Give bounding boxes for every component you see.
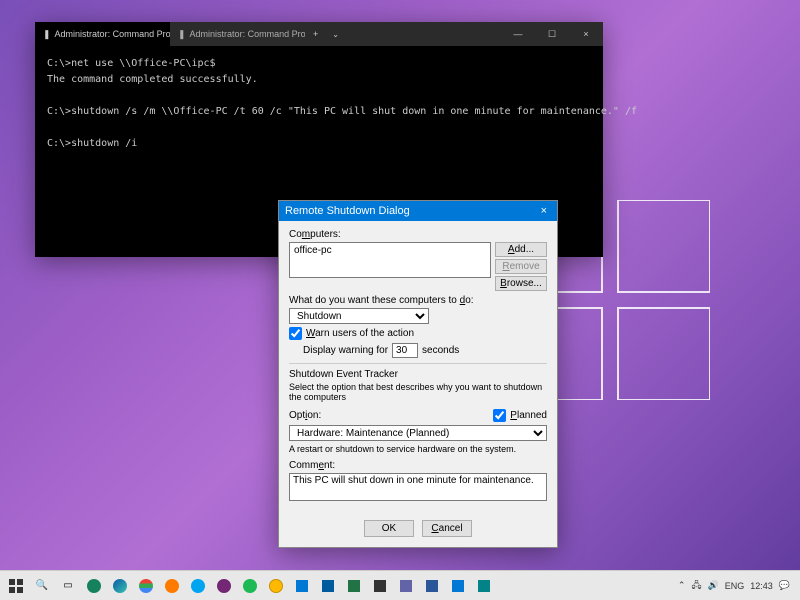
taskbar-app[interactable] [368,574,392,598]
taskbar-app[interactable] [160,574,184,598]
taskbar-app[interactable] [316,574,340,598]
terminal-line: C:\>shutdown /i [47,136,591,152]
tracker-title: Shutdown Event Tracker [289,369,547,380]
seconds-label: seconds [422,345,459,356]
task-view-icon[interactable]: ▭ [56,574,80,598]
maximize-button[interactable]: ☐ [535,22,569,46]
taskbar-app[interactable] [264,574,288,598]
taskbar-app[interactable] [342,574,366,598]
taskbar-app[interactable] [420,574,444,598]
close-button[interactable]: × [569,22,603,46]
terminal-line: The command completed successfully. [47,72,591,88]
cmd-icon: ❚ [43,29,51,40]
remote-shutdown-dialog: Remote Shutdown Dialog × Computers: offi… [278,200,558,548]
terminal-body[interactable]: C:\>net use \\Office-PC\ipc$The command … [35,46,603,162]
action-label: What do you want these computers to do: [289,295,547,306]
terminal-titlebar[interactable]: ❚ Administrator: Command Prom × ❚ Admini… [35,22,603,46]
option-label: Option: [289,410,321,421]
tray-chevron-icon[interactable]: ⌃ [678,580,686,591]
planned-label: Planned [510,410,547,421]
ok-button[interactable]: OK [364,520,414,537]
taskbar-app[interactable] [290,574,314,598]
warn-label: Warn users of the action [306,328,414,339]
new-tab-button[interactable]: + [305,29,326,39]
reason-select[interactable]: Hardware: Maintenance (Planned) [289,425,547,441]
taskbar-app[interactable] [472,574,496,598]
tracker-desc: Select the option that best describes wh… [289,382,547,402]
taskbar-app[interactable] [108,574,132,598]
taskbar-app[interactable] [212,574,236,598]
tray-clock[interactable]: 12:43 [750,581,773,591]
network-icon[interactable]: 🖧 [691,578,701,594]
terminal-tab-1[interactable]: ❚ Administrator: Command Prom × [35,22,170,46]
cancel-button[interactable]: Cancel [422,520,472,537]
taskbar-app[interactable] [394,574,418,598]
taskbar-app[interactable] [186,574,210,598]
dialog-title-text: Remote Shutdown Dialog [285,205,410,217]
taskbar-app[interactable] [446,574,470,598]
computers-list[interactable]: office-pc [289,242,491,278]
terminal-line: C:\>net use \\Office-PC\ipc$ [47,56,591,72]
seconds-input[interactable] [392,343,418,358]
search-icon[interactable]: 🔍 [30,574,54,598]
comment-label: Comment: [289,460,547,471]
system-tray[interactable]: ⌃ 🖧 🔊 ENG 12:43 💬 [672,578,796,594]
close-icon[interactable]: × [537,205,551,217]
start-button[interactable] [4,574,28,598]
cmd-icon: ❚ [178,29,186,40]
display-warning-label: Display warning for [303,345,388,356]
action-select[interactable]: Shutdown [289,308,429,324]
terminal-tab-label: Administrator: Command Prom [190,29,305,39]
option-desc: A restart or shutdown to service hardwar… [289,444,547,454]
dialog-titlebar[interactable]: Remote Shutdown Dialog × [279,201,557,221]
warn-checkbox[interactable] [289,327,302,340]
add-button[interactable]: Add... [495,242,547,257]
minimize-button[interactable]: ― [501,22,535,46]
taskbar-app[interactable] [238,574,262,598]
browse-button[interactable]: Browse... [495,276,547,291]
computers-label: Computers: [289,229,547,240]
tray-language[interactable]: ENG [725,581,745,591]
tab-dropdown-icon[interactable]: ⌄ [326,30,345,39]
planned-checkbox[interactable] [493,409,506,422]
comment-textarea[interactable]: This PC will shut down in one minute for… [289,473,547,501]
taskbar: 🔍 ▭ ⌃ 🖧 🔊 ENG 12:43 💬 [0,570,800,600]
notifications-icon[interactable]: 💬 [779,580,790,591]
terminal-line: C:\>shutdown /s /m \\Office-PC /t 60 /c … [47,104,591,120]
volume-icon[interactable]: 🔊 [708,580,719,591]
taskbar-app[interactable] [134,574,158,598]
terminal-tab-2[interactable]: ❚ Administrator: Command Prom × [170,22,305,46]
terminal-tab-label: Administrator: Command Prom [55,29,170,39]
taskbar-app[interactable] [82,574,106,598]
remove-button: Remove [495,259,547,274]
